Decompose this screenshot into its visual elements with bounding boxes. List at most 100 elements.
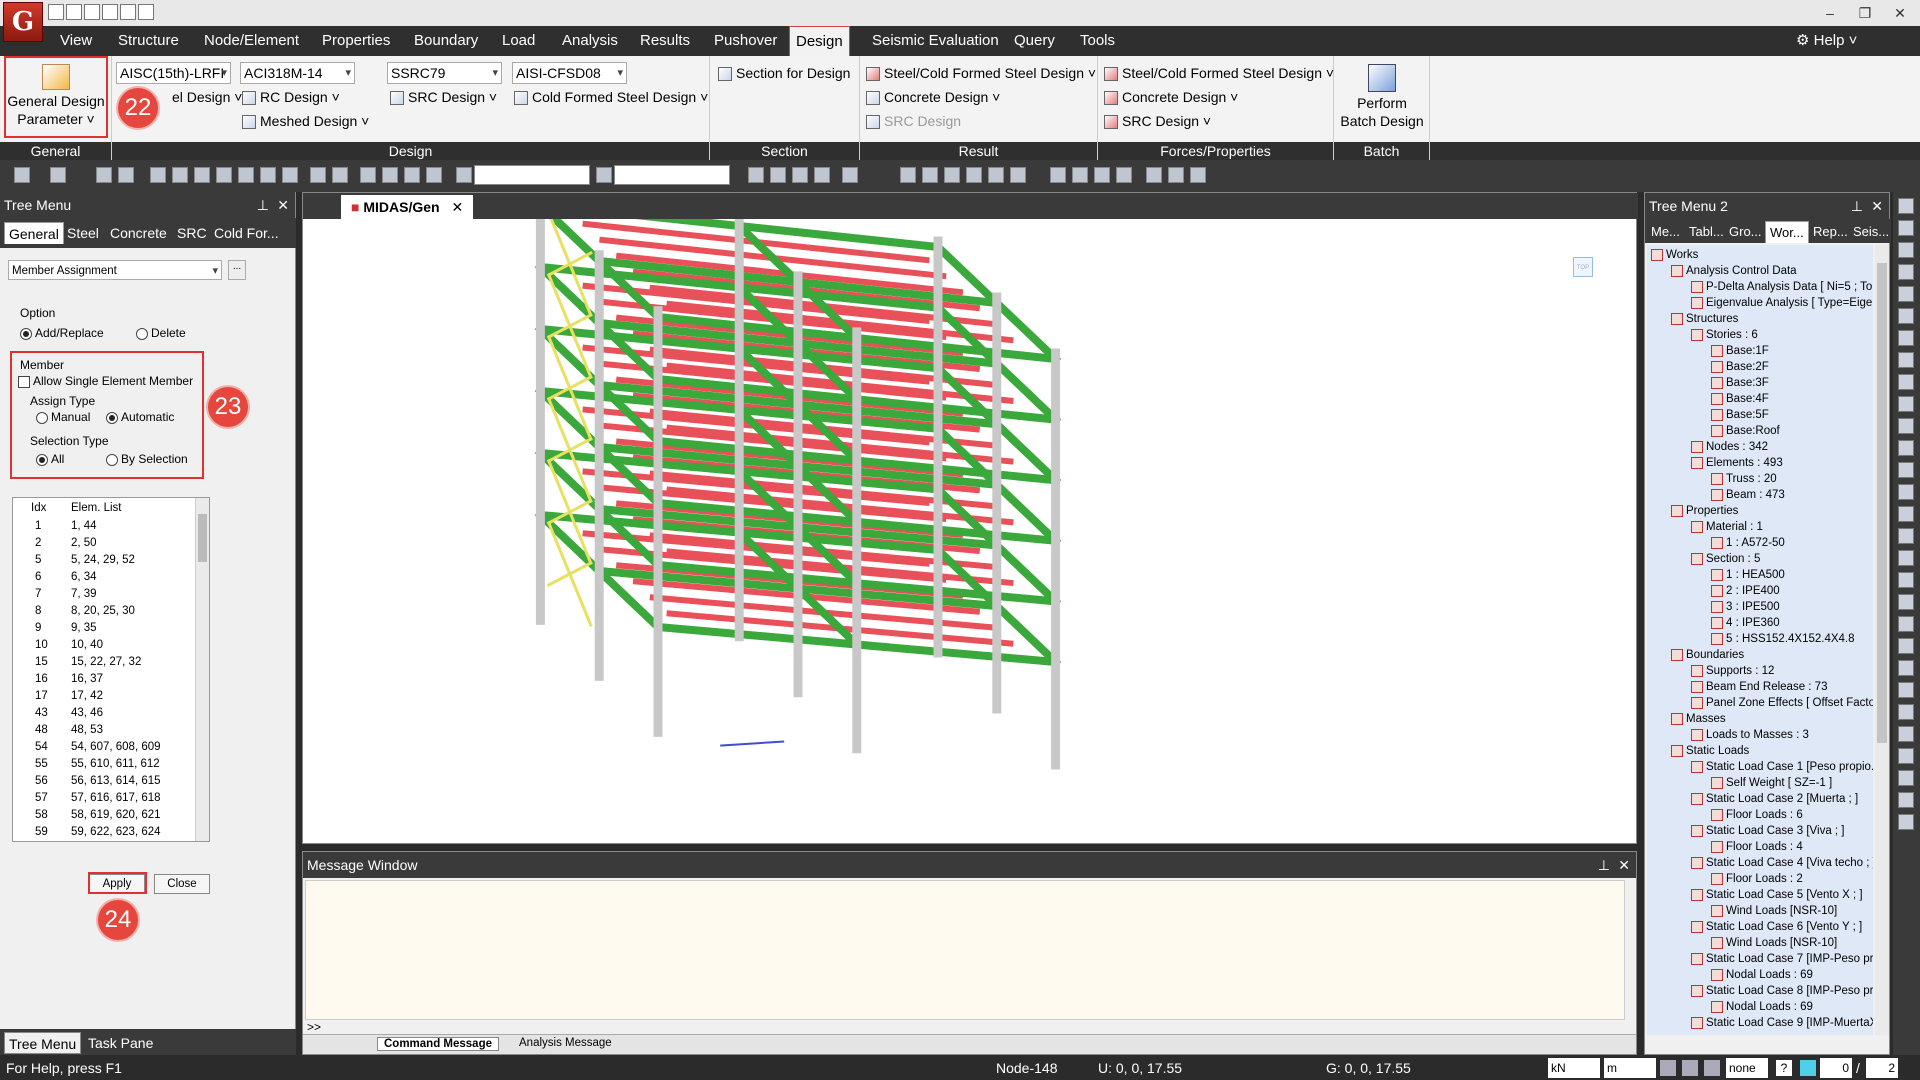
tree-item[interactable]: Static Load Case 9 [IMP-MuertaX( [1691, 1015, 1873, 1031]
list-item-idx[interactable]: 2 [35, 535, 41, 552]
list-scroll-thumb[interactable] [198, 514, 207, 562]
tree-item[interactable]: 5 : HSS152.4X152.4X4.8 [1711, 631, 1855, 647]
tab-report[interactable]: Rep... [1809, 221, 1852, 243]
list-item-idx[interactable]: 15 [35, 654, 48, 671]
view-cube-top[interactable]: TOP [1573, 257, 1593, 277]
steel-code-select[interactable]: AISC(15th)-LRFI [116, 62, 231, 84]
restore-view-icon[interactable] [1898, 814, 1914, 830]
select-previous-icon[interactable] [260, 167, 276, 183]
cf-code-select[interactable]: AISI-CFSD08 [512, 62, 627, 84]
menu-design[interactable]: Design [789, 26, 850, 56]
tree-item[interactable]: Works [1651, 247, 1698, 263]
tree-item[interactable]: Elements : 493 [1691, 455, 1783, 471]
tree-item[interactable]: Wind Loads [NSR-10] [1711, 903, 1837, 919]
delete-radio[interactable]: Delete [136, 326, 186, 340]
element-display-icon[interactable] [1898, 726, 1914, 742]
inverse-active-icon[interactable] [1898, 616, 1914, 632]
view-front-icon[interactable] [1898, 308, 1914, 324]
list-item-idx[interactable]: 55 [35, 756, 48, 773]
shade-icon[interactable] [944, 167, 960, 183]
save-view-icon[interactable] [1898, 792, 1914, 808]
select-plane-icon[interactable] [194, 167, 210, 183]
command-prompt[interactable]: >> [307, 1020, 321, 1034]
zoom-window-icon[interactable] [1898, 418, 1914, 434]
list-item-idx[interactable]: 16 [35, 671, 48, 688]
tree-item[interactable]: Static Load Case 8 [IMP-Peso prop [1691, 983, 1873, 999]
zoom-in-icon[interactable] [1898, 374, 1914, 390]
menu-node-element[interactable]: Node/Element [198, 26, 305, 56]
redo-icon[interactable] [50, 167, 66, 183]
menu-seismic-evaluation[interactable]: Seismic Evaluation [866, 26, 1005, 56]
grid-icon[interactable] [770, 167, 786, 183]
tree-item[interactable]: Base:3F [1711, 375, 1769, 391]
close-panel-icon[interactable]: ✕ [277, 192, 289, 218]
inactivate-icon[interactable] [1898, 528, 1914, 544]
filter-element-icon[interactable] [404, 167, 420, 183]
tree-item[interactable]: 1 : HEA500 [1711, 567, 1785, 583]
pan-icon[interactable] [1898, 462, 1914, 478]
view-iso-icon[interactable] [1898, 198, 1914, 214]
tree-item[interactable]: Beam : 473 [1711, 487, 1785, 503]
view-cube[interactable]: TOP [1553, 237, 1613, 297]
list-scrollbar[interactable] [195, 498, 209, 841]
list-item-elements[interactable]: 15, 22, 27, 32 [71, 654, 141, 671]
tree-item[interactable]: 1 : A572-50 [1711, 535, 1785, 551]
close-panel-2-icon[interactable]: ✕ [1871, 193, 1883, 219]
polyline-icon[interactable] [1094, 167, 1110, 183]
section-for-design-button[interactable]: Section for Design [718, 62, 850, 84]
shrink-icon[interactable] [1898, 682, 1914, 698]
list-item-elements[interactable]: 43, 46 [71, 705, 103, 722]
menu-analysis[interactable]: Analysis [556, 26, 624, 56]
tree-item[interactable]: Static Loads [1671, 743, 1749, 759]
list-item-idx[interactable]: 17 [35, 688, 48, 705]
tab-seismic[interactable]: Seis... [1849, 221, 1893, 243]
help-query-icon[interactable]: ? [1776, 1060, 1792, 1076]
list-item-idx[interactable]: 5 [35, 552, 41, 569]
tree-item[interactable]: Base:4F [1711, 391, 1769, 407]
close-button[interactable]: Close [154, 874, 210, 894]
zoom-fit-side-icon[interactable] [1898, 440, 1914, 456]
unlock-icon[interactable] [1190, 167, 1206, 183]
hide-icon[interactable] [1898, 660, 1914, 676]
list-item-elements[interactable]: 59, 622, 623, 624 [71, 824, 161, 841]
list-item-elements[interactable]: 9, 35 [71, 620, 97, 637]
tree-item[interactable]: 2 : IPE400 [1711, 583, 1780, 599]
select-combo-2[interactable] [614, 165, 730, 185]
tree-item[interactable]: 3 : IPE500 [1711, 599, 1780, 615]
tree-item[interactable]: Static Load Case 6 [Vento Y ; ] [1691, 919, 1862, 935]
list-item-elements[interactable]: 56, 613, 614, 615 [71, 773, 161, 790]
snap-toggle-icon[interactable] [1660, 1060, 1676, 1076]
tree-item[interactable]: Floor Loads : 4 [1711, 839, 1803, 855]
osnap-toggle-icon[interactable] [1682, 1060, 1698, 1076]
dynamic-view-icon[interactable] [1898, 484, 1914, 500]
tree-item[interactable]: Nodal Loads : 69 [1711, 967, 1813, 983]
tab-cold-formed[interactable]: Cold For... [210, 222, 283, 244]
list-item-elements[interactable]: 2, 50 [71, 535, 97, 552]
redraw-icon[interactable] [1898, 748, 1914, 764]
close-tab-icon[interactable]: ✕ [451, 199, 463, 215]
list-item-idx[interactable]: 56 [35, 773, 48, 790]
tree-item[interactable]: Base:1F [1711, 343, 1769, 359]
tree-item[interactable]: P-Delta Analysis Data [ Ni=5 ; Toler [1691, 279, 1873, 295]
print-preview-icon[interactable] [138, 4, 154, 20]
pin2-icon[interactable]: ⊥ [1851, 193, 1863, 219]
result-src-design-button[interactable]: SRC Design [866, 110, 961, 132]
tree-item[interactable]: Stories : 6 [1691, 327, 1758, 343]
tree-item[interactable]: Base:2F [1711, 359, 1769, 375]
copy-icon[interactable] [1146, 167, 1162, 183]
filter-icon[interactable] [360, 167, 376, 183]
minimize-icon[interactable]: – [1815, 2, 1845, 24]
list-item-elements[interactable]: 5, 24, 29, 52 [71, 552, 135, 569]
open-file-icon[interactable] [66, 4, 82, 20]
menu-properties[interactable]: Properties [316, 26, 396, 56]
zoom-out-icon[interactable] [1898, 396, 1914, 412]
list-item-idx[interactable]: 57 [35, 790, 48, 807]
tree-item[interactable]: Section : 5 [1691, 551, 1760, 567]
tree-item[interactable]: Boundaries [1671, 647, 1744, 663]
forces-concrete-design-button[interactable]: Concrete Design ˅ [1104, 86, 1238, 108]
perspective-icon[interactable] [966, 167, 982, 183]
tree-item[interactable]: Static Load Case 5 [Vento X ; ] [1691, 887, 1863, 903]
new-file-icon[interactable] [48, 4, 64, 20]
result-steel-design-button[interactable]: Steel/Cold Formed Steel Design ˅ [866, 62, 1096, 84]
works-tree[interactable]: Works Analysis Control Data P-Delta Analys… [1647, 245, 1873, 1035]
